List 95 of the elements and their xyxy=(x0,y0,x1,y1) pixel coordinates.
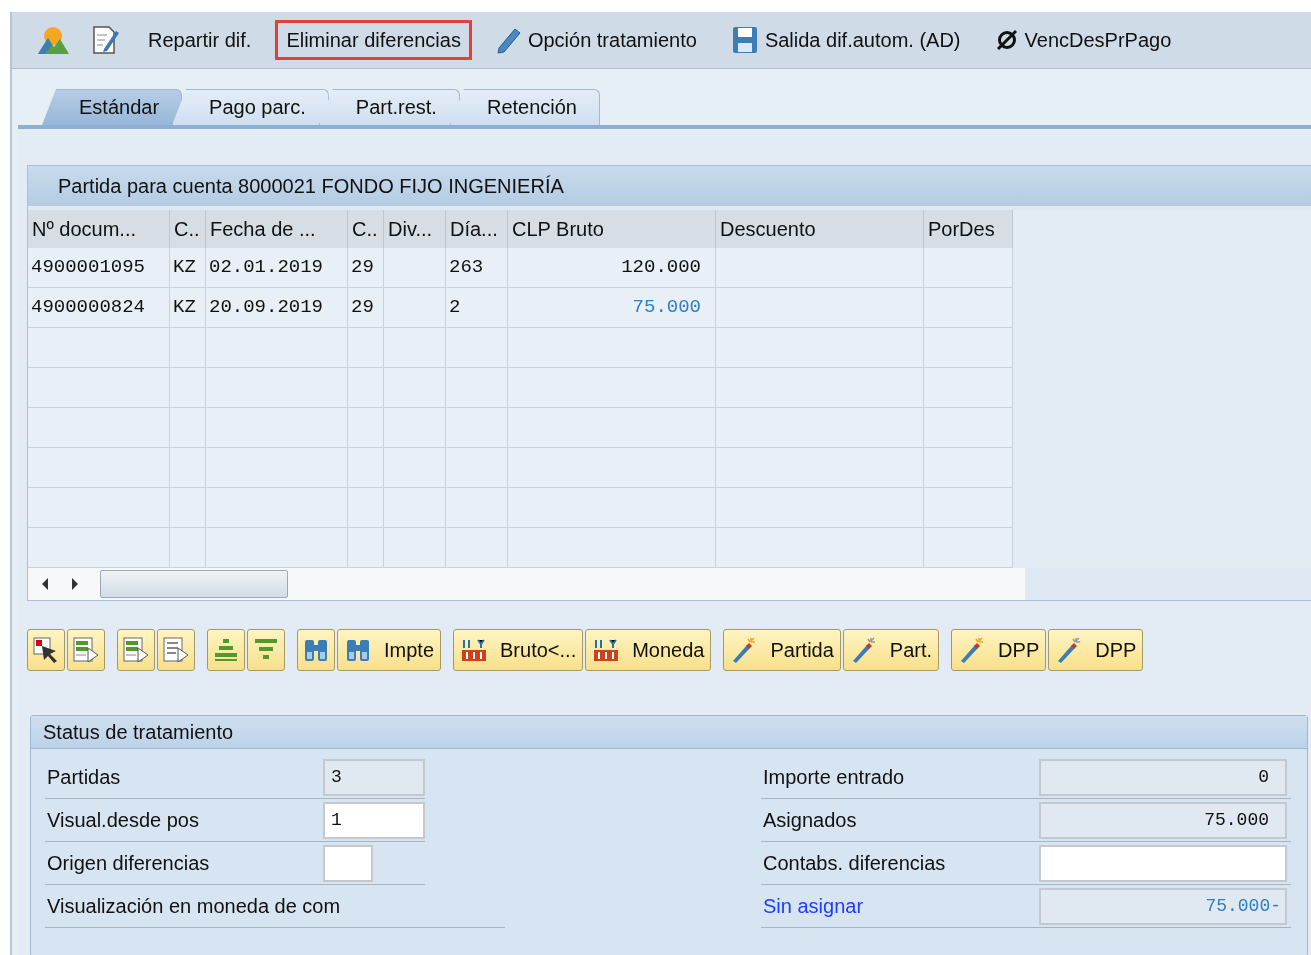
table-cell xyxy=(446,368,508,408)
table-cell xyxy=(348,328,384,368)
scroll-thumb[interactable] xyxy=(100,570,288,598)
table-cell xyxy=(170,488,206,528)
scroll-left-icon[interactable] xyxy=(40,577,50,591)
column-header[interactable]: C.. xyxy=(170,210,206,248)
column-header[interactable]: Día... xyxy=(446,210,508,248)
table-cell: 2 xyxy=(446,288,508,328)
field-label: Contabs. diferencias xyxy=(762,852,947,875)
field-label: Asignados xyxy=(762,809,858,832)
field-label: Visualización en moneda de com xyxy=(46,895,341,918)
horizontal-scrollbar[interactable] xyxy=(28,568,1025,600)
column-header[interactable]: C.. xyxy=(348,210,384,248)
column-header[interactable]: PorDes xyxy=(924,210,1013,248)
document-edit-icon xyxy=(92,25,120,55)
table-cell xyxy=(348,368,384,408)
field-label: Visual.desde pos xyxy=(46,809,200,832)
readonly-field: 75.000- xyxy=(1039,888,1287,925)
readonly-field: 75.000 xyxy=(1039,802,1287,839)
pencil-icon xyxy=(495,26,522,54)
table-cell: 02.01.2019 xyxy=(206,248,348,288)
table-cell xyxy=(384,328,446,368)
table-cell xyxy=(348,448,384,488)
table-cell xyxy=(348,528,384,568)
toolbar-button[interactable]: DPP xyxy=(1048,629,1144,671)
table-cell: 4900000824 xyxy=(28,288,170,328)
scroll-right-icon[interactable] xyxy=(70,577,80,591)
stacked-bars-icon xyxy=(212,636,240,664)
status-title: Status de tratamiento xyxy=(31,716,1307,749)
table-cell xyxy=(446,448,508,488)
document-arrow-icon xyxy=(72,636,100,664)
toolbar-button[interactable]: Moneda xyxy=(585,629,712,671)
table-cell xyxy=(446,488,508,528)
table-cell xyxy=(384,488,446,528)
table-cell xyxy=(384,448,446,488)
column-header[interactable]: Descuento xyxy=(716,210,924,248)
table-cell: KZ xyxy=(170,248,206,288)
field-label: Origen diferencias xyxy=(46,852,211,875)
toolbar-button[interactable]: Part. xyxy=(842,629,940,671)
table-cell xyxy=(446,328,508,368)
input-field[interactable]: 1 xyxy=(323,802,425,839)
table-cell xyxy=(384,528,446,568)
table-cell xyxy=(384,368,446,408)
toolbar-button[interactable]: Impte xyxy=(337,629,442,671)
table-cell xyxy=(348,408,384,448)
table-cell xyxy=(170,528,206,568)
toolbar-button[interactable]: Repartir dif. xyxy=(138,20,262,60)
table-cell xyxy=(170,448,206,488)
mountain-sun-icon xyxy=(36,25,70,55)
cursor-icon xyxy=(32,636,60,664)
tab[interactable]: Part.rest. xyxy=(318,89,460,125)
slashed-circle-icon xyxy=(994,28,1019,52)
toolbar-button[interactable]: Bruto<... xyxy=(453,629,584,671)
toolbar-button[interactable]: VencDesPrPago xyxy=(984,20,1182,60)
table-cell xyxy=(384,408,446,448)
field-label: Importe entrado xyxy=(762,766,906,789)
input-field[interactable] xyxy=(323,845,373,882)
toolbar-button[interactable]: Partida xyxy=(723,629,841,671)
tab[interactable]: Retención xyxy=(449,89,600,125)
column-header[interactable]: Fecha de ... xyxy=(206,210,348,248)
column-header[interactable]: Nº docum... xyxy=(28,210,170,248)
table-cell xyxy=(384,288,446,328)
table-cell: 263 xyxy=(446,248,508,288)
toolbar-button[interactable]: Opción tratamiento xyxy=(485,20,707,60)
tab[interactable]: Estándar xyxy=(42,89,183,125)
column-header[interactable]: Div... xyxy=(384,210,446,248)
document-arrow-icon xyxy=(162,636,190,664)
table-cell xyxy=(446,528,508,568)
toolbar-button[interactable]: Salida dif.autom. (AD) xyxy=(720,20,971,60)
table-cell xyxy=(170,408,206,448)
save-icon xyxy=(730,25,759,55)
readonly-field: 0 xyxy=(1039,759,1287,796)
table-cell: 75.000 xyxy=(508,288,716,328)
readonly-field: 3 xyxy=(323,759,425,796)
table-cell: 120.000 xyxy=(508,248,716,288)
toolbar-button[interactable]: DPP xyxy=(951,629,1047,671)
input-field[interactable] xyxy=(1039,845,1287,882)
table-cell: 29 xyxy=(348,288,384,328)
column-header[interactable]: CLP Bruto xyxy=(508,210,716,248)
table-cell xyxy=(170,328,206,368)
table-cell: 29 xyxy=(348,248,384,288)
table-cell xyxy=(446,408,508,448)
tab[interactable]: Pago parc. xyxy=(172,89,329,125)
document-arrow-icon xyxy=(122,636,150,664)
table-cell xyxy=(348,488,384,528)
field-label: Partidas xyxy=(46,766,122,789)
table-cell xyxy=(170,368,206,408)
toolbar-button[interactable]: Eliminar diferencias xyxy=(275,20,472,60)
table-cell: 20.09.2019 xyxy=(206,288,348,328)
toolbar-button[interactable] xyxy=(27,629,65,671)
table-cell: 4900001095 xyxy=(28,248,170,288)
table-cell xyxy=(384,248,446,288)
table-title: Partida para cuenta 8000021 FONDO FIJO INGENIERÍA xyxy=(28,166,1311,206)
field-link[interactable]: Sin asignar xyxy=(761,895,1039,918)
table-cell: KZ xyxy=(170,288,206,328)
